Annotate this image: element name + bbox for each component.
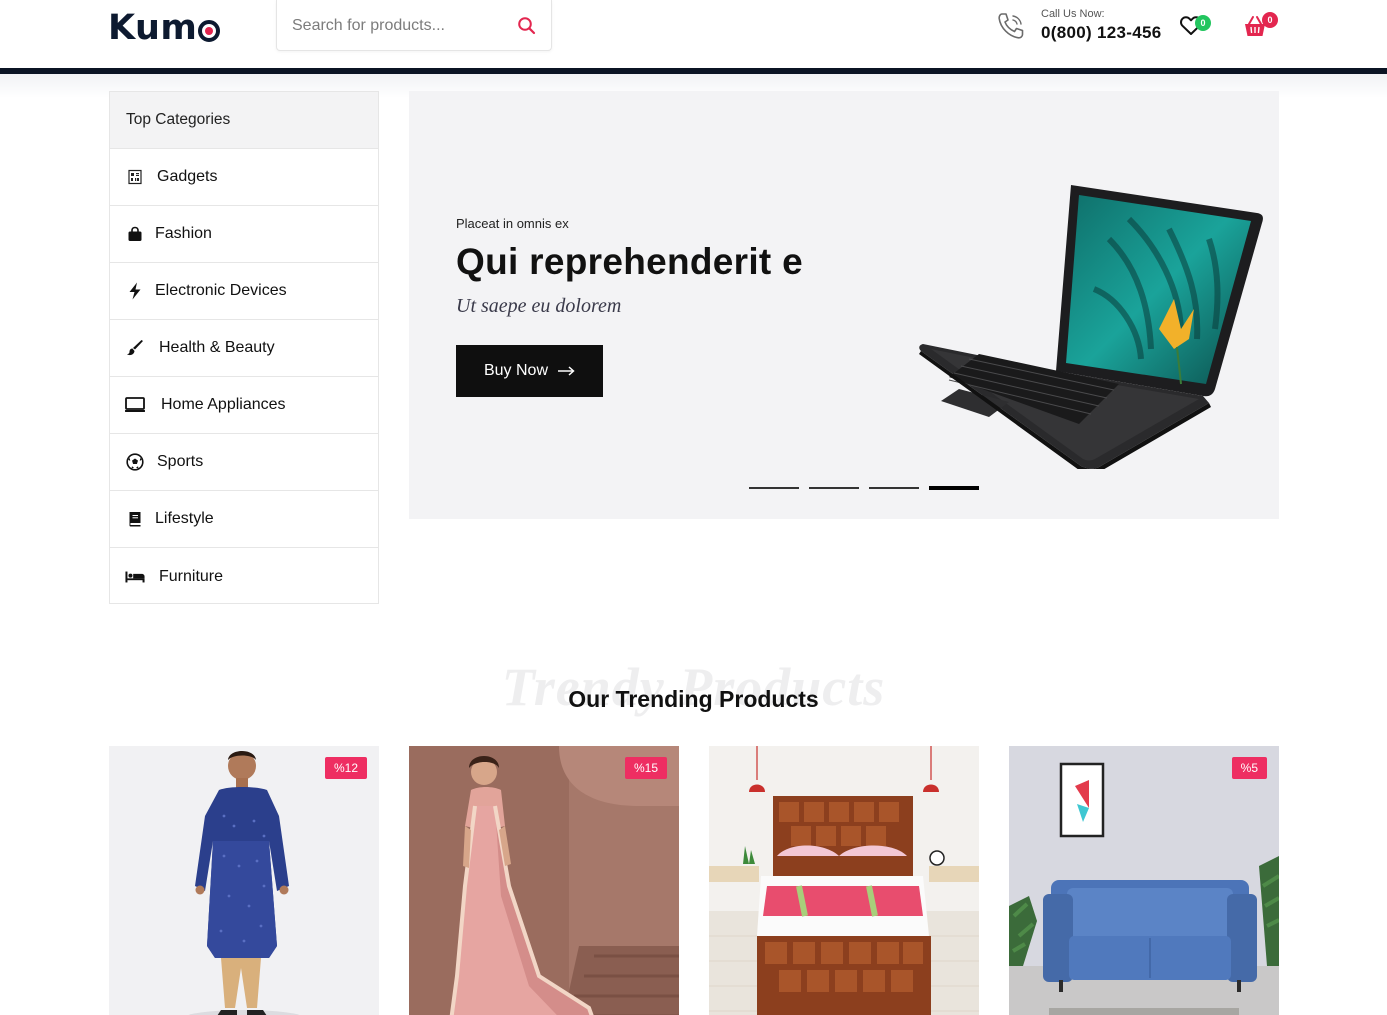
- search-input[interactable]: [292, 14, 507, 38]
- category-label: Electronic Devices: [155, 282, 287, 299]
- search-box: [276, 0, 552, 51]
- trending-title: Our Trending Products: [568, 686, 819, 712]
- phone-icon: [998, 13, 1024, 39]
- site-header: Kum Call Us Now: 0(800) 123-456 0: [0, 0, 1387, 69]
- category-label: Lifestyle: [155, 510, 214, 527]
- call-us: Call Us Now: 0(800) 123-456: [995, 8, 1161, 43]
- cart-button[interactable]: 0: [1242, 12, 1280, 42]
- book-icon: [125, 509, 145, 529]
- category-label: Health & Beauty: [159, 339, 275, 356]
- discount-badge: %5: [1231, 757, 1267, 779]
- category-label: Sports: [157, 453, 204, 470]
- brush-icon: [125, 338, 145, 358]
- slider-dot-1[interactable]: [749, 487, 799, 489]
- laptop-product-image: [919, 185, 1263, 469]
- wishlist-count-badge: 0: [1195, 15, 1211, 31]
- hero-slider: Placeat in omnis ex Qui reprehenderit e …: [409, 91, 1279, 519]
- monitor-icon: [125, 395, 145, 415]
- call-number[interactable]: 0(800) 123-456: [1041, 23, 1161, 43]
- slider-dot-3[interactable]: [869, 487, 919, 489]
- slider-dot-2[interactable]: [809, 487, 859, 489]
- product-image-blue-sofa: [1009, 746, 1279, 1015]
- category-label: Fashion: [155, 225, 212, 242]
- category-sidebar-title: Top Categories: [110, 92, 378, 149]
- gadget-icon: [125, 167, 145, 187]
- product-image-men-kurta: [109, 746, 379, 1015]
- arrow-right-icon: [558, 366, 575, 376]
- category-item-furniture[interactable]: Furniture: [110, 548, 378, 605]
- product-card-pink-saree[interactable]: %15: [409, 746, 679, 1015]
- product-card-blue-sofa[interactable]: %5: [1009, 746, 1279, 1015]
- logo[interactable]: Kum: [108, 8, 221, 48]
- hero-eyebrow: Placeat in omnis ex: [456, 216, 569, 231]
- slider-dots: [749, 486, 979, 490]
- category-item-lifestyle[interactable]: Lifestyle: [110, 491, 378, 548]
- category-item-home-appliances[interactable]: Home Appliances: [110, 377, 378, 434]
- buy-now-button[interactable]: Buy Now: [456, 345, 603, 397]
- slider-dot-4-active[interactable]: [929, 486, 979, 490]
- bolt-icon: [125, 281, 145, 301]
- shopping-bag-icon: [125, 224, 145, 244]
- bed-icon: [125, 567, 145, 587]
- buy-now-label: Buy Now: [483, 362, 549, 379]
- category-label: Home Appliances: [161, 396, 286, 413]
- soccer-ball-icon: [125, 452, 145, 472]
- category-item-fashion[interactable]: Fashion: [110, 206, 378, 263]
- category-item-sports[interactable]: Sports: [110, 434, 378, 491]
- cart-count-badge: 0: [1262, 12, 1278, 28]
- hero-subtitle: Ut saepe eu dolorem: [456, 295, 622, 317]
- category-item-electronic-devices[interactable]: Electronic Devices: [110, 263, 378, 320]
- discount-badge: %15: [624, 757, 667, 779]
- category-item-gadgets[interactable]: Gadgets: [110, 149, 378, 206]
- category-label: Gadgets: [157, 168, 218, 185]
- category-item-health-beauty[interactable]: Health & Beauty: [110, 320, 378, 377]
- wishlist-button[interactable]: 0: [1179, 12, 1213, 42]
- category-sidebar: Top Categories Gadgets Fashion Electroni…: [109, 91, 379, 604]
- product-image-pink-saree: [409, 746, 679, 1015]
- discount-badge: %12: [324, 757, 367, 779]
- logo-dot-icon: [198, 20, 221, 42]
- hero-title: Qui reprehenderit e: [456, 241, 804, 282]
- search-icon[interactable]: [517, 16, 537, 36]
- product-card-wooden-bed[interactable]: [709, 746, 979, 1015]
- product-image-wooden-bed: [709, 746, 979, 1015]
- call-label: Call Us Now:: [1041, 8, 1105, 20]
- product-card-men-kurta[interactable]: %12: [109, 746, 379, 1015]
- category-label: Furniture: [159, 567, 224, 585]
- logo-text: Kum: [108, 8, 198, 48]
